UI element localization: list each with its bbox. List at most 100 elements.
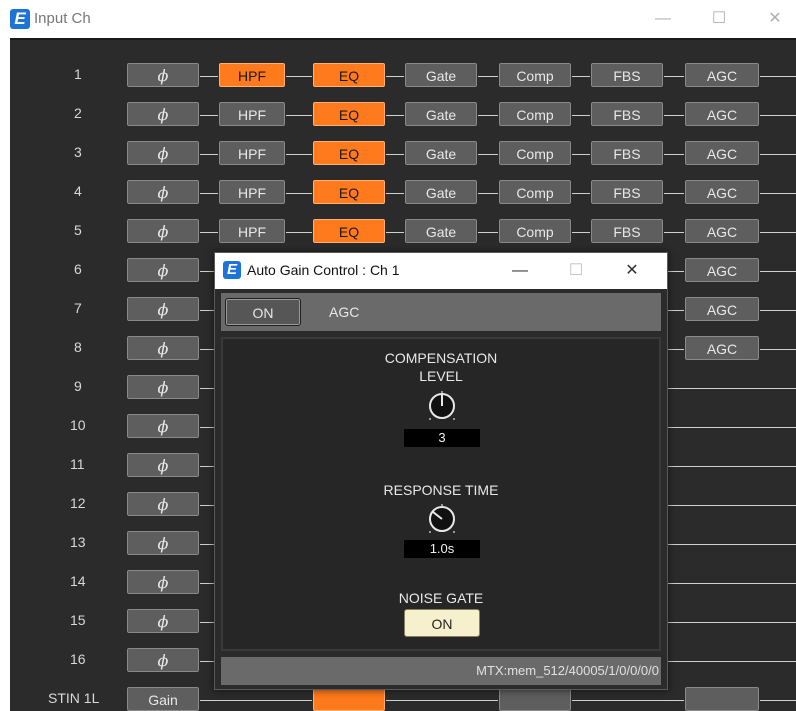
hpf-button[interactable]: HPF — [218, 179, 286, 205]
phase-invert-button[interactable]: ϕ — [126, 257, 200, 283]
channel-number: 6 — [74, 261, 82, 277]
channel-number: 12 — [70, 495, 86, 511]
window-titlebar: E Input Ch — ☐ ✕ — [0, 0, 796, 38]
channel-number: 14 — [70, 573, 86, 589]
phase-invert-button[interactable]: ϕ — [126, 101, 200, 127]
response-time-title: RESPONSE TIME — [383, 482, 499, 498]
phase-invert-button[interactable]: ϕ — [126, 413, 200, 439]
agc-dialog: E Auto Gain Control : Ch 1 — ☐ ✕ ON AGC … — [214, 252, 668, 690]
agc-button[interactable]: AGC — [684, 140, 760, 166]
channel-number: 3 — [74, 144, 82, 160]
agc-button[interactable]: AGC — [684, 101, 760, 127]
phase-invert-button[interactable]: ϕ — [126, 335, 200, 361]
channel-number: 8 — [74, 339, 82, 355]
dialog-titlebar: E Auto Gain Control : Ch 1 — ☐ ✕ — [215, 253, 667, 289]
fbs-button[interactable]: FBS — [590, 62, 664, 88]
compensation-subtitle: LEVEL — [419, 368, 463, 384]
agc-button[interactable]: AGC — [684, 62, 760, 88]
channel-row: 4 ϕ HPF EQ Gate Comp FBS AGC — [10, 179, 796, 207]
phase-invert-button[interactable]: ϕ — [126, 179, 200, 205]
fbs-button[interactable]: FBS — [590, 179, 664, 205]
compensation-value: 3 — [404, 429, 480, 447]
comp-button[interactable]: Comp — [498, 218, 572, 244]
agc-button[interactable]: AGC — [684, 257, 760, 283]
app-logo-icon: E — [10, 9, 30, 29]
agc-toolbar: ON AGC — [221, 293, 661, 331]
hpf-button[interactable]: HPF — [218, 101, 286, 127]
comp-button[interactable]: Comp — [498, 101, 572, 127]
dialog-close-icon[interactable]: ✕ — [609, 253, 655, 289]
agc-button[interactable]: AGC — [684, 296, 760, 322]
agc-button[interactable]: AGC — [684, 179, 760, 205]
agc-button[interactable]: AGC — [684, 218, 760, 244]
gain-button[interactable]: Gain — [126, 686, 200, 711]
gate-button[interactable]: Gate — [404, 62, 478, 88]
eq-button[interactable]: EQ — [312, 62, 386, 88]
comp-button[interactable]: Comp — [498, 179, 572, 205]
channel-row: 3 ϕ HPF EQ Gate Comp FBS AGC — [10, 140, 796, 168]
window-title: Input Ch — [34, 10, 91, 27]
app-logo-icon: E — [223, 261, 241, 279]
phase-invert-button[interactable]: ϕ — [126, 218, 200, 244]
phase-invert-button[interactable]: ϕ — [126, 374, 200, 400]
dialog-title: Auto Gain Control : Ch 1 — [247, 262, 400, 278]
fbs-button[interactable]: FBS — [590, 101, 664, 127]
dialog-minimize-icon[interactable]: — — [497, 253, 543, 289]
channel-row: 2 ϕ HPF EQ Gate Comp FBS AGC — [10, 101, 796, 129]
phase-invert-button[interactable]: ϕ — [126, 530, 200, 556]
channel-number: 10 — [70, 417, 86, 433]
eq-button[interactable]: EQ — [312, 179, 386, 205]
fbs-button[interactable]: FBS — [590, 140, 664, 166]
gate-button[interactable]: Gate — [404, 140, 478, 166]
channel-number: 15 — [70, 612, 86, 628]
phase-invert-button[interactable]: ϕ — [126, 296, 200, 322]
channel-row: 5 ϕ HPF EQ Gate Comp FBS AGC — [10, 218, 796, 246]
response-time-knob-icon[interactable] — [427, 504, 457, 534]
channel-number: 2 — [74, 105, 82, 121]
agc-button[interactable] — [684, 686, 760, 711]
hpf-button[interactable]: HPF — [218, 140, 286, 166]
phase-invert-button[interactable]: ϕ — [126, 62, 200, 88]
close-icon[interactable]: ✕ — [752, 0, 796, 38]
channel-number: 1 — [74, 66, 82, 82]
agc-parameters: COMPENSATION LEVEL 3 RESPONSE TIME 1.0s … — [221, 337, 661, 651]
channel-number: 9 — [74, 378, 82, 394]
dialog-maximize-icon[interactable]: ☐ — [553, 253, 599, 289]
dialog-status-bar: MTX:mem_512/40005/1/0/0/0/0 — [221, 657, 661, 685]
channel-number: STIN 1L — [48, 690, 100, 706]
channel-row: 1 ϕ HPF EQ Gate Comp FBS AGC — [10, 62, 796, 90]
comp-button[interactable]: Comp — [498, 62, 572, 88]
maximize-icon[interactable]: ☐ — [696, 0, 742, 38]
phase-invert-button[interactable]: ϕ — [126, 140, 200, 166]
channel-number: 11 — [70, 456, 85, 472]
agc-label: AGC — [329, 304, 360, 320]
fbs-button[interactable]: FBS — [590, 218, 664, 244]
compensation-title: COMPENSATION — [384, 350, 498, 366]
channel-number: 4 — [74, 183, 82, 199]
channel-number: 7 — [74, 300, 82, 316]
phase-invert-button[interactable]: ϕ — [126, 647, 200, 673]
phase-invert-button[interactable]: ϕ — [126, 452, 200, 478]
noise-gate-on-button[interactable]: ON — [404, 609, 480, 637]
compensation-knob-icon[interactable] — [427, 391, 457, 421]
agc-button[interactable]: AGC — [684, 335, 760, 361]
phase-invert-button[interactable]: ϕ — [126, 608, 200, 634]
response-time-value: 1.0s — [404, 540, 480, 558]
channel-number: 16 — [70, 651, 86, 667]
channel-number: 5 — [74, 222, 82, 238]
phase-invert-button[interactable]: ϕ — [126, 569, 200, 595]
noise-gate-title: NOISE GATE — [398, 590, 484, 606]
eq-button[interactable]: EQ — [312, 218, 386, 244]
channel-number: 13 — [70, 534, 86, 550]
comp-button[interactable]: Comp — [498, 140, 572, 166]
hpf-button[interactable]: HPF — [218, 218, 286, 244]
hpf-button[interactable]: HPF — [218, 62, 286, 88]
eq-button[interactable]: EQ — [312, 101, 386, 127]
minimize-icon[interactable]: — — [640, 0, 686, 38]
gate-button[interactable]: Gate — [404, 179, 478, 205]
agc-on-button[interactable]: ON — [225, 298, 301, 326]
gate-button[interactable]: Gate — [404, 101, 478, 127]
gate-button[interactable]: Gate — [404, 218, 478, 244]
eq-button[interactable]: EQ — [312, 140, 386, 166]
phase-invert-button[interactable]: ϕ — [126, 491, 200, 517]
